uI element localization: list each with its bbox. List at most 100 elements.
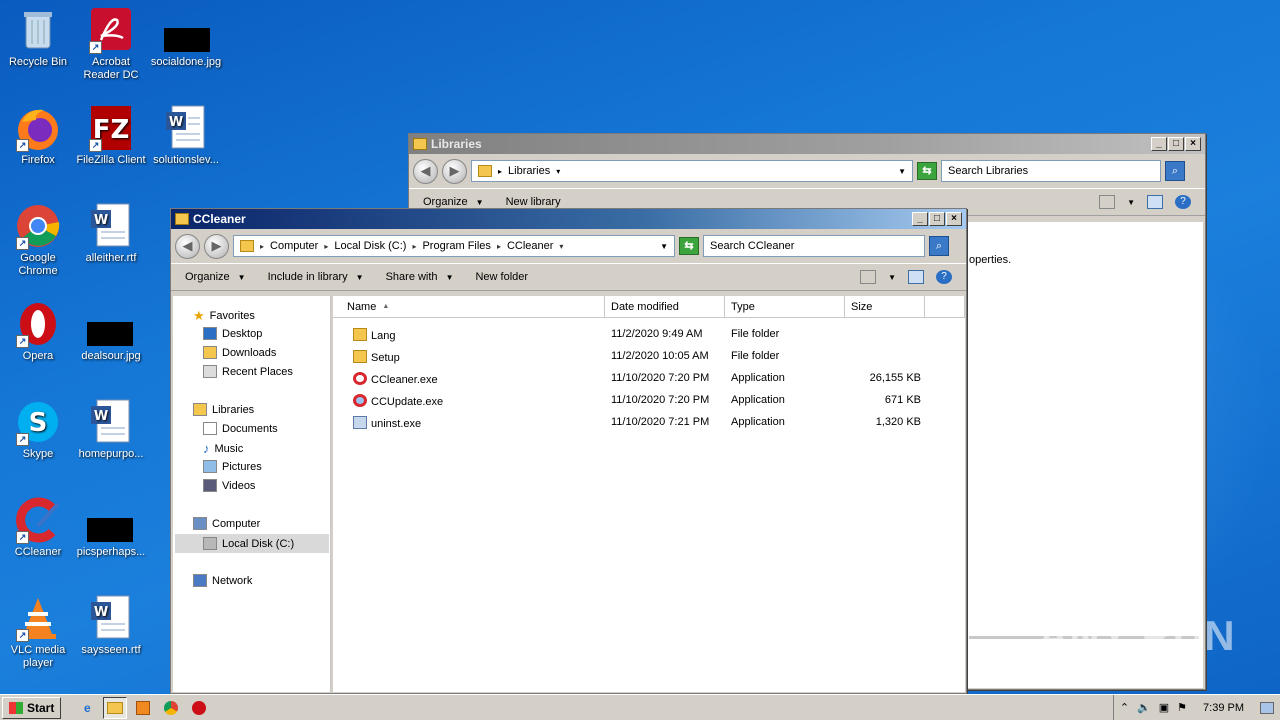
nav-recent-places[interactable]: Recent Places: [203, 365, 293, 378]
table-row[interactable]: CCUpdate.exe 11/10/2020 7:20 PM Applicat…: [333, 390, 953, 412]
nav-documents[interactable]: Documents: [203, 422, 278, 435]
desktop-icon-picsperhaps[interactable]: picsperhaps...: [73, 496, 149, 559]
breadcrumb-local-disk[interactable]: Local Disk (C:): [334, 240, 406, 252]
desktop-icon-ccleaner[interactable]: ↗ CCleaner: [0, 496, 76, 559]
chevron-down-icon[interactable]: ▼: [888, 273, 896, 282]
desktop-icon-firefox[interactable]: ↗ Firefox: [0, 104, 76, 167]
nav-libraries[interactable]: Libraries: [193, 403, 254, 416]
close-button[interactable]: ×: [946, 212, 962, 226]
nav-downloads[interactable]: Downloads: [203, 346, 276, 359]
table-row[interactable]: CCleaner.exe 11/10/2020 7:20 PM Applicat…: [333, 368, 953, 390]
volume-icon[interactable]: 🔈: [1137, 701, 1151, 714]
back-button[interactable]: ◀: [413, 158, 438, 184]
help-icon[interactable]: ?: [936, 270, 952, 284]
start-button[interactable]: Start: [2, 696, 62, 719]
opera-taskbar-icon[interactable]: [187, 697, 211, 719]
column-header-name[interactable]: Name ▲: [333, 296, 605, 318]
search-input[interactable]: Search CCleaner: [703, 235, 925, 257]
refresh-button[interactable]: ⇆: [917, 162, 937, 180]
breadcrumb-item[interactable]: Libraries: [508, 165, 550, 177]
desktop-icon-solutionslev[interactable]: W solutionslev...: [148, 104, 224, 167]
network-status-icon[interactable]: ▣: [1159, 701, 1169, 714]
chrome-taskbar-icon[interactable]: [159, 697, 183, 719]
desktop-icon-dealsour[interactable]: dealsour.jpg: [73, 300, 149, 363]
view-options-icon[interactable]: [860, 270, 877, 284]
preview-pane-icon[interactable]: [1147, 195, 1163, 209]
close-button[interactable]: ×: [1185, 137, 1201, 151]
new-folder-button[interactable]: New folder: [475, 271, 528, 283]
minimize-button[interactable]: _: [912, 212, 928, 226]
search-icon[interactable]: ⌕: [1165, 161, 1185, 181]
desktop-icon-vlc[interactable]: ↗ VLC media player: [0, 594, 76, 670]
include-in-library-button[interactable]: Include in library ▼: [268, 271, 364, 283]
ccleaner-explorer-window[interactable]: CCleaner _ □ × ◀ ▶ ▸ Computer ▸ Local Di…: [170, 208, 967, 694]
show-desktop-icon[interactable]: [1260, 701, 1274, 714]
recycle-bin-icon: [14, 6, 62, 54]
desktop-icon-saysseen[interactable]: W saysseen.rtf: [73, 594, 149, 657]
share-with-button[interactable]: Share with ▼: [386, 271, 454, 283]
ccleaner-titlebar[interactable]: CCleaner _ □ ×: [171, 209, 966, 229]
breadcrumb-separator-icon[interactable]: ▸: [412, 242, 416, 251]
back-button[interactable]: ◀: [175, 233, 200, 259]
opera-icon: ↗: [14, 300, 62, 348]
tray-expand-icon[interactable]: ⌃: [1120, 701, 1129, 714]
chrome-icon: ↗: [14, 202, 62, 250]
new-library-button[interactable]: New library: [506, 196, 561, 208]
chevron-down-icon[interactable]: ▼: [1127, 198, 1135, 207]
column-header-size[interactable]: Size: [845, 296, 925, 318]
maximize-button[interactable]: □: [1168, 137, 1184, 151]
breadcrumb-separator-icon[interactable]: ▸: [324, 242, 328, 251]
search-icon[interactable]: ⌕: [929, 236, 949, 256]
address-field[interactable]: ▸ Computer ▸ Local Disk (C:) ▸ Program F…: [233, 235, 675, 257]
breadcrumb-computer[interactable]: Computer: [270, 240, 318, 252]
nav-music[interactable]: ♪ Music: [203, 441, 243, 456]
nav-computer[interactable]: Computer: [193, 517, 260, 530]
desktop-icon-acrobat[interactable]: ↗ Acrobat Reader DC: [73, 6, 149, 82]
column-header-date-modified[interactable]: Date modified: [605, 296, 725, 318]
help-icon[interactable]: ?: [1175, 195, 1191, 209]
chevron-down-icon[interactable]: ▾: [559, 242, 563, 251]
nav-local-disk[interactable]: Local Disk (C:): [175, 534, 329, 553]
desktop-icon-skype[interactable]: S ↗ Skype: [0, 398, 76, 461]
breadcrumb-separator-icon[interactable]: ▸: [497, 242, 501, 251]
address-dropdown-icon[interactable]: ▼: [660, 242, 668, 251]
ccleaner-icon: ↗: [14, 496, 62, 544]
chevron-down-icon[interactable]: ▾: [556, 167, 560, 176]
forward-button[interactable]: ▶: [442, 158, 467, 184]
address-field[interactable]: ▸ Libraries ▾ ▼: [471, 160, 913, 182]
media-player-icon[interactable]: [131, 697, 155, 719]
address-dropdown-icon[interactable]: ▼: [898, 167, 906, 176]
nav-pictures[interactable]: Pictures: [203, 460, 262, 473]
desktop-icon-filezilla[interactable]: FZ ↗ FileZilla Client: [73, 104, 149, 167]
forward-button[interactable]: ▶: [204, 233, 229, 259]
clock[interactable]: 7:39 PM: [1203, 702, 1244, 714]
preview-pane-icon[interactable]: [908, 270, 924, 284]
nav-network[interactable]: Network: [193, 574, 252, 587]
nav-videos[interactable]: Videos: [203, 479, 255, 492]
breadcrumb-ccleaner[interactable]: CCleaner: [507, 240, 553, 252]
table-row[interactable]: Setup 11/2/2020 10:05 AM File folder: [333, 346, 953, 368]
desktop-icon-homepurpo[interactable]: W homepurpo...: [73, 398, 149, 461]
libraries-titlebar[interactable]: Libraries _ □ ×: [409, 134, 1205, 154]
search-input[interactable]: Search Libraries: [941, 160, 1161, 182]
ie-icon[interactable]: e: [75, 697, 99, 719]
desktop-icon-opera[interactable]: ↗ Opera: [0, 300, 76, 363]
desktop-icon-chrome[interactable]: ↗ Google Chrome: [0, 202, 76, 278]
table-row[interactable]: uninst.exe 11/10/2020 7:21 PM Applicatio…: [333, 412, 953, 434]
desktop-icon-alleither[interactable]: W alleither.rtf: [73, 202, 149, 265]
table-row[interactable]: Lang 11/2/2020 9:49 AM File folder: [333, 324, 953, 346]
minimize-button[interactable]: _: [1151, 137, 1167, 151]
nav-favorites[interactable]: ★ Favorites: [193, 308, 255, 324]
breadcrumb-program-files[interactable]: Program Files: [422, 240, 490, 252]
nav-desktop[interactable]: Desktop: [203, 327, 262, 340]
organize-button[interactable]: Organize ▼: [185, 271, 246, 283]
maximize-button[interactable]: □: [929, 212, 945, 226]
explorer-taskbar-icon[interactable]: [103, 696, 128, 719]
view-options-icon[interactable]: [1099, 195, 1116, 209]
column-header-type[interactable]: Type: [725, 296, 845, 318]
desktop-icon-recycle-bin[interactable]: Recycle Bin: [0, 6, 76, 69]
action-center-flag-icon[interactable]: ⚑: [1177, 701, 1187, 714]
desktop-icon-socialdone[interactable]: socialdone.jpg: [148, 6, 224, 69]
organize-button[interactable]: Organize ▼: [423, 196, 484, 208]
refresh-button[interactable]: ⇆: [679, 237, 699, 255]
